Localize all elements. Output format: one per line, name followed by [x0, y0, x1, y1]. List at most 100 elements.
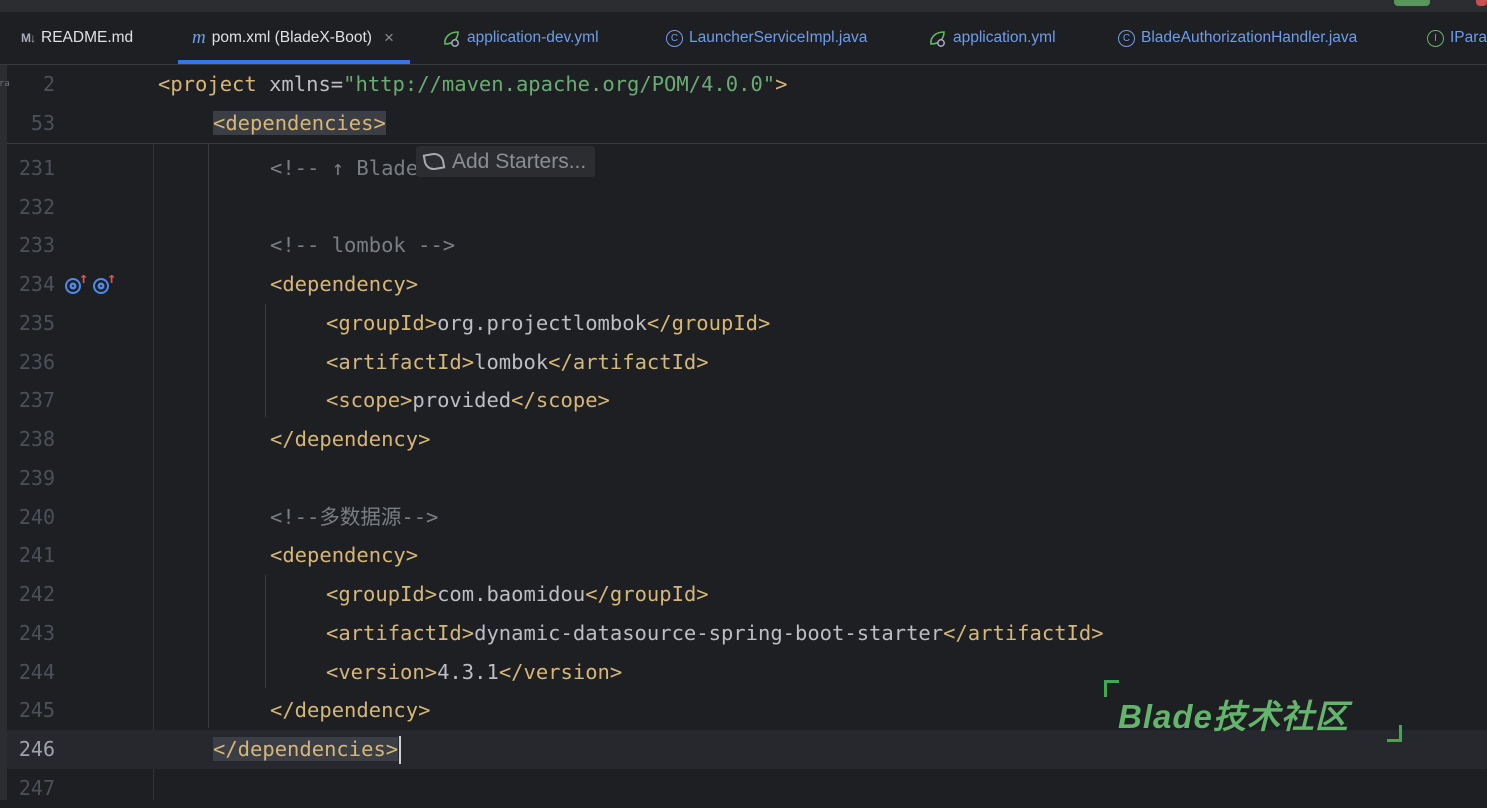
- tag-value: lombok: [474, 350, 549, 374]
- tab-label: IPara: [1450, 29, 1487, 46]
- tab-label: LauncherServiceImpl.java: [689, 29, 868, 46]
- code-tag-highlighted: <dependencies>: [213, 111, 386, 135]
- watermark-text: Blade技术社区: [1118, 698, 1349, 735]
- implementation-up-icon[interactable]: ↑: [64, 269, 88, 296]
- code-line[interactable]: 241 <dependency>: [7, 536, 1487, 575]
- line-number: 241: [18, 543, 55, 567]
- left-tool-strip: ra: [0, 65, 10, 800]
- tab-label: application.yml: [953, 29, 1056, 46]
- sticky-line[interactable]: 2 <project xmlns="http://maven.apache.or…: [7, 65, 1487, 104]
- line-number: 239: [18, 466, 55, 490]
- tab-pom-xml[interactable]: m pom.xml (BladeX-Boot) ×: [178, 12, 410, 64]
- sticky-lines-panel: 2 <project xmlns="http://maven.apache.or…: [7, 65, 1487, 177]
- code-line[interactable]: 240 <!--多数据源-->: [7, 498, 1487, 537]
- tab-label: pom.xml (BladeX-Boot): [211, 29, 372, 46]
- code-line[interactable]: 232: [7, 188, 1487, 227]
- line-number: 246: [18, 737, 55, 761]
- code-content: <project xmlns="http://maven.apache.org/…: [158, 65, 787, 104]
- class-icon: C: [666, 29, 683, 47]
- line-number: 234: [18, 272, 55, 296]
- tab-label: BladeAuthorizationHandler.java: [1141, 29, 1358, 46]
- open-tag: <scope>: [326, 388, 413, 412]
- code-tag: </dependency>: [270, 698, 431, 722]
- open-tag: <version>: [326, 660, 438, 684]
- maven-icon: m: [192, 27, 206, 48]
- tag-end: >: [775, 72, 788, 96]
- tab-blade-authorization-handler[interactable]: C BladeAuthorizationHandler.java: [1118, 12, 1357, 64]
- code-line[interactable]: 235 <groupId>org.projectlombok</groupId>: [7, 304, 1487, 343]
- close-tab-icon[interactable]: ×: [384, 28, 394, 48]
- line-number: 240: [18, 505, 55, 529]
- code-content: <scope>provided</scope>: [326, 381, 610, 420]
- line-number: 235: [18, 311, 55, 335]
- code-line[interactable]: 237 <scope>provided</scope>: [7, 381, 1487, 420]
- code-content: </dependencies>: [213, 730, 402, 769]
- line-number: 237: [18, 388, 55, 412]
- code-comment: <!--多数据源-->: [270, 505, 439, 529]
- open-tag: <groupId>: [326, 311, 438, 335]
- spring-leaf-icon: [422, 151, 446, 172]
- open-tag: <project: [158, 72, 257, 96]
- code-line[interactable]: 247: [7, 769, 1487, 808]
- code-line[interactable]: 234 ↑ ↑ <dependency>: [7, 265, 1487, 304]
- tab-ipara[interactable]: I IPara: [1427, 12, 1487, 64]
- tab-readme[interactable]: M↓ README.md: [21, 12, 133, 64]
- line-number: 53: [30, 111, 55, 135]
- code-line[interactable]: 242 <groupId>com.baomidou</groupId>: [7, 575, 1487, 614]
- watermark-bracket: [1387, 725, 1402, 742]
- line-number: 247: [18, 776, 55, 800]
- add-starters-button[interactable]: Add Starters...: [416, 146, 596, 177]
- line-number: 238: [18, 427, 55, 451]
- code-line[interactable]: 231 <!-- ↑ BladeX依赖库 ↑ -->: [7, 149, 1487, 188]
- tag-value: provided: [412, 388, 512, 412]
- class-icon: C: [1118, 29, 1135, 47]
- close-tag: </artifactId>: [548, 350, 709, 374]
- interface-icon: I: [1427, 29, 1444, 47]
- markdown-icon: M↓: [21, 31, 36, 45]
- line-number: 231: [18, 156, 55, 180]
- close-window-button[interactable]: [1476, 0, 1487, 6]
- gutter-icons: ↑ ↑: [64, 269, 116, 296]
- code-content: <artifactId>dynamic-datasource-spring-bo…: [326, 614, 1104, 653]
- code-line[interactable]: 239: [7, 459, 1487, 498]
- code-line[interactable]: 233 <!-- lombok -->: [7, 226, 1487, 265]
- close-tag: </groupId>: [646, 311, 771, 335]
- code-content: <groupId>com.baomidou</groupId>: [326, 575, 709, 614]
- tab-label: README.md: [41, 29, 134, 46]
- tag-value: com.baomidou: [437, 582, 586, 606]
- line-number: 232: [18, 195, 55, 219]
- tag-value: dynamic-datasource-spring-boot-starter: [474, 621, 944, 645]
- implementation-up-icon[interactable]: ↑: [92, 269, 116, 296]
- close-tag: </artifactId>: [943, 621, 1104, 645]
- code-content: <groupId>org.projectlombok</groupId>: [326, 304, 770, 343]
- code-content: <dependencies>: [213, 104, 386, 143]
- code-tag: <dependency>: [270, 543, 419, 567]
- code-content: <version>4.3.1</version>: [326, 653, 622, 692]
- attribute-value: "http://maven.apache.org/POM/4.0.0": [343, 72, 776, 96]
- code-comment: <!-- lombok -->: [270, 233, 456, 257]
- watermark: Blade技术社区: [1104, 676, 1402, 744]
- add-starters-label: Add Starters...: [452, 149, 587, 173]
- code-line[interactable]: 243 <artifactId>dynamic-datasource-sprin…: [7, 614, 1487, 653]
- spring-yml-icon: [928, 29, 947, 48]
- code-tag: </dependency>: [270, 427, 431, 451]
- code-line[interactable]: 238 </dependency>: [7, 420, 1487, 459]
- title-bar-strip: [0, 0, 1487, 12]
- line-number: 236: [18, 350, 55, 374]
- tab-launcher-service-impl[interactable]: C LauncherServiceImpl.java: [666, 12, 867, 64]
- line-number: 243: [18, 621, 55, 645]
- tag-value: 4.3.1: [437, 660, 499, 684]
- open-tag: <groupId>: [326, 582, 438, 606]
- tab-application-yml[interactable]: application.yml: [928, 12, 1056, 64]
- status-indicator: [1394, 0, 1430, 6]
- code-tag: <dependency>: [270, 272, 419, 296]
- tab-application-dev-yml[interactable]: application-dev.yml: [442, 12, 599, 64]
- code-tag-highlighted: </dependencies>: [213, 737, 399, 761]
- sticky-line[interactable]: 53 <dependencies> Add Starters...: [7, 104, 1487, 177]
- close-tag: </scope>: [511, 388, 610, 412]
- attribute-name: xmlns=: [256, 72, 344, 96]
- line-number: 245: [18, 698, 55, 722]
- line-number: 244: [18, 660, 55, 684]
- code-line[interactable]: 236 <artifactId>lombok</artifactId>: [7, 343, 1487, 382]
- open-tag: <artifactId>: [326, 621, 475, 645]
